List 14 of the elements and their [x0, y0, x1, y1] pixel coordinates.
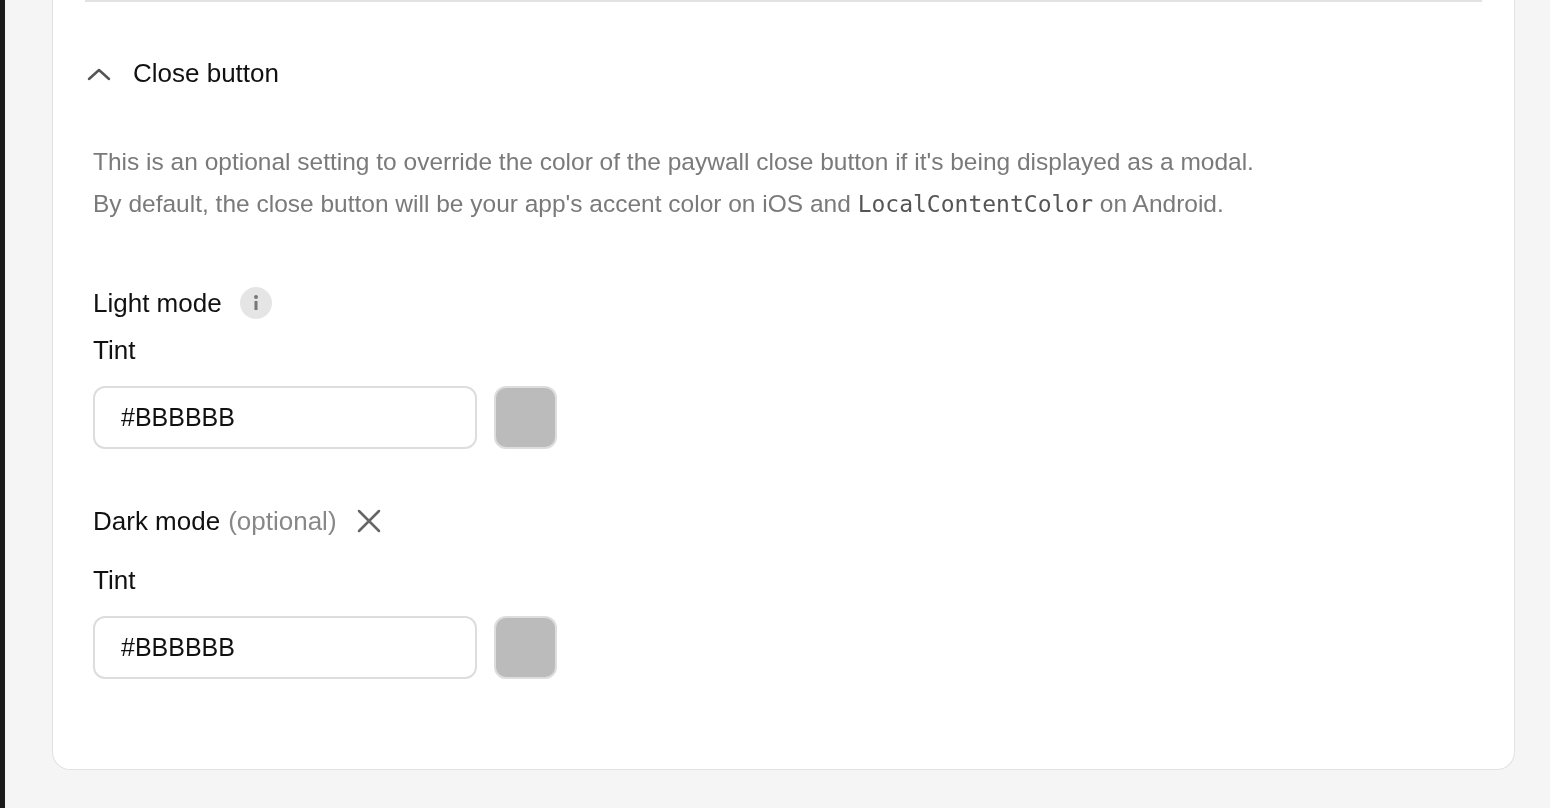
mode-label: Dark mode: [93, 504, 221, 538]
color-swatch[interactable]: [494, 386, 557, 449]
optional-note: (optional): [228, 504, 337, 538]
mode-label: Light mode: [93, 286, 222, 320]
close-icon[interactable]: [356, 509, 381, 533]
color-swatch[interactable]: [494, 616, 557, 679]
field-label: Tint: [93, 334, 137, 367]
chevron-up-icon[interactable]: [87, 66, 111, 81]
section-title[interactable]: Close button: [133, 54, 279, 93]
info-icon[interactable]: [239, 287, 272, 319]
field-label: Tint: [93, 564, 137, 597]
section-description: This is an optional setting to override the color of the paywall close button if it's being displayed as a modal. By default, the close button will be your app's accent color on iOS and LocalContentColor on Android.: [93, 147, 1255, 219]
color-input-field[interactable]: #BBBBBB: [93, 616, 477, 679]
color-input-field[interactable]: #BBBBBB: [93, 386, 477, 449]
